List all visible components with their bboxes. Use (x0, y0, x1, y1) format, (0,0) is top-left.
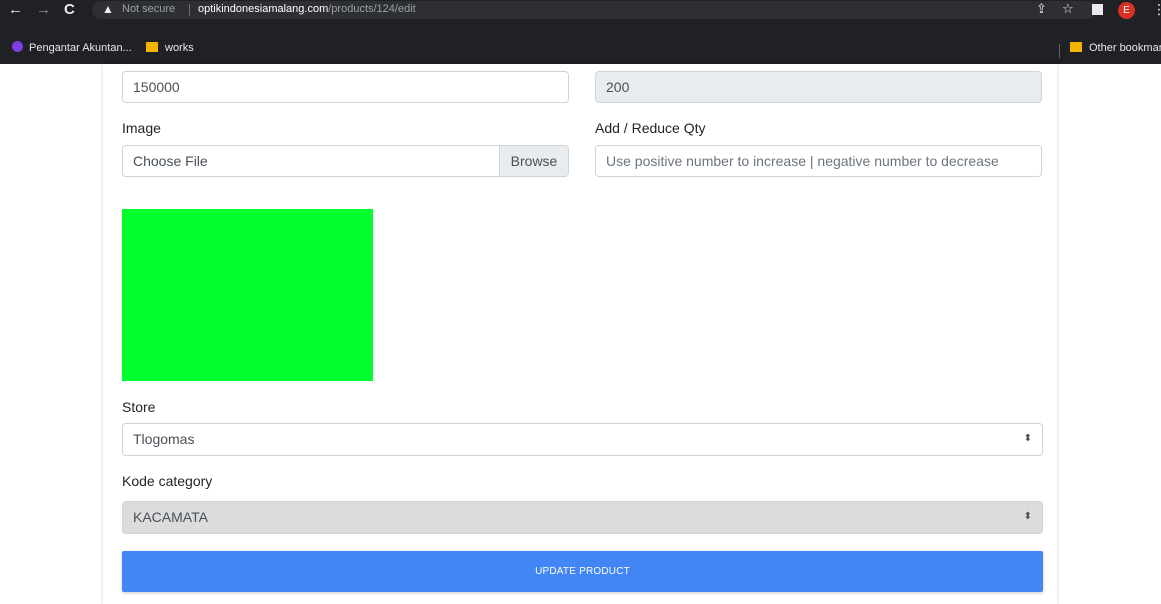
folder-icon (146, 42, 158, 52)
product-image-preview (122, 209, 373, 381)
browser-toolbar: ← → C ▲ Not secure optikindonesiamalang.… (0, 0, 1161, 21)
warning-icon: ▲ (102, 2, 114, 16)
store-select[interactable]: Tlogomas ⬍ (122, 423, 1043, 456)
bookmark-label: Other bookmark (1089, 42, 1161, 54)
select-caret-icon: ⬍ (1023, 433, 1032, 444)
bookmarks-bar: Pengantar Akuntan... works Other bookmar… (0, 35, 1161, 61)
back-arrow-icon[interactable]: ← (8, 1, 23, 19)
category-select-value: KACAMATA (133, 509, 208, 525)
side-panel-icon[interactable] (1092, 4, 1103, 15)
qty-label: Add / Reduce Qty (595, 120, 706, 136)
security-label: Not secure (122, 3, 176, 15)
url-path: /products/124/edit (328, 3, 416, 15)
url-text: optikindonesiamalang.com/products/124/ed… (198, 3, 416, 15)
qty-input[interactable]: Use positive number to increase | negati… (595, 145, 1042, 177)
bookmark-star-icon[interactable]: ☆ (1062, 1, 1074, 17)
url-domain: optikindonesiamalang.com (198, 3, 329, 15)
bookmark-works[interactable]: works (146, 39, 194, 57)
browser-menu-icon[interactable]: ⋮ (1152, 1, 1161, 18)
forward-arrow-icon[interactable]: → (36, 1, 51, 19)
image-label: Image (122, 120, 161, 136)
bookmark-label: Pengantar Akuntan... (29, 42, 132, 54)
browse-button[interactable]: Browse (499, 146, 568, 176)
bookmark-favicon-icon (12, 41, 23, 52)
browser-chrome: ← → C ▲ Not secure optikindonesiamalang.… (0, 0, 1161, 64)
bookmark-label: works (165, 42, 194, 54)
price-input[interactable]: 150000 (122, 71, 569, 103)
store-select-value: Tlogomas (133, 431, 195, 447)
address-separator (189, 4, 190, 16)
bookmark-other[interactable]: Other bookmark (1070, 39, 1161, 57)
file-placeholder: Choose File (133, 153, 208, 169)
bookmark-pengantar-akuntansi[interactable]: Pengantar Akuntan... (12, 39, 132, 57)
product-edit-form: 150000 200 Image Add / Reduce Qty Choose… (103, 64, 1057, 604)
stock-input: 200 (595, 71, 1042, 103)
store-label: Store (122, 399, 156, 415)
profile-avatar[interactable]: E (1118, 2, 1135, 19)
share-icon[interactable]: ⇪ (1036, 1, 1047, 17)
category-select[interactable]: KACAMATA ⬍ (122, 501, 1043, 534)
reload-icon[interactable]: C (64, 1, 75, 19)
select-caret-icon: ⬍ (1023, 511, 1032, 522)
category-label: Kode category (122, 473, 213, 489)
bookmarks-divider (1059, 44, 1060, 58)
update-product-button[interactable]: UPDATE PRODUCT (122, 551, 1043, 592)
address-bar[interactable]: ▲ Not secure optikindonesiamalang.com/pr… (92, 1, 1096, 19)
folder-icon (1070, 42, 1082, 52)
image-file-input[interactable]: Choose File Browse (122, 145, 569, 177)
